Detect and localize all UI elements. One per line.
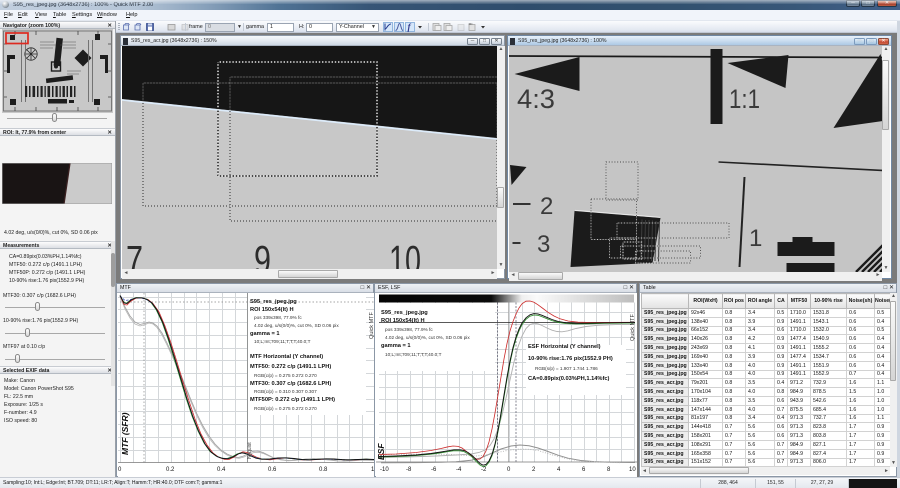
svg-text:3: 3 [537, 231, 550, 258]
svg-text:9: 9 [254, 237, 271, 269]
svg-text:0.6: 0.6 [268, 467, 277, 473]
svg-text:-10: -10 [380, 467, 389, 473]
svg-text:0.8: 0.8 [319, 467, 328, 473]
svg-text:10: 10 [389, 237, 421, 269]
svg-text:-4: -4 [456, 467, 462, 473]
svg-text:0.2: 0.2 [166, 467, 175, 473]
svg-text:-2: -2 [481, 467, 487, 473]
svg-text:-8: -8 [406, 467, 412, 473]
svg-text:-6: -6 [431, 467, 437, 473]
svg-text:Nyquist: Nyquist [247, 442, 253, 459]
svg-text:MTF (SFR): MTF (SFR) [120, 412, 130, 455]
svg-text:10: 10 [629, 467, 636, 473]
svg-text:0.4: 0.4 [217, 467, 226, 473]
svg-text:ESF: ESF [376, 443, 386, 460]
svg-text:2: 2 [540, 193, 553, 220]
svg-text:1: 1 [749, 225, 762, 252]
svg-text:7: 7 [126, 237, 143, 269]
svg-text:Quick MTF: Quick MTF [630, 313, 636, 341]
svg-text:4:3: 4:3 [517, 84, 555, 114]
svg-text:1:1: 1:1 [729, 84, 760, 114]
